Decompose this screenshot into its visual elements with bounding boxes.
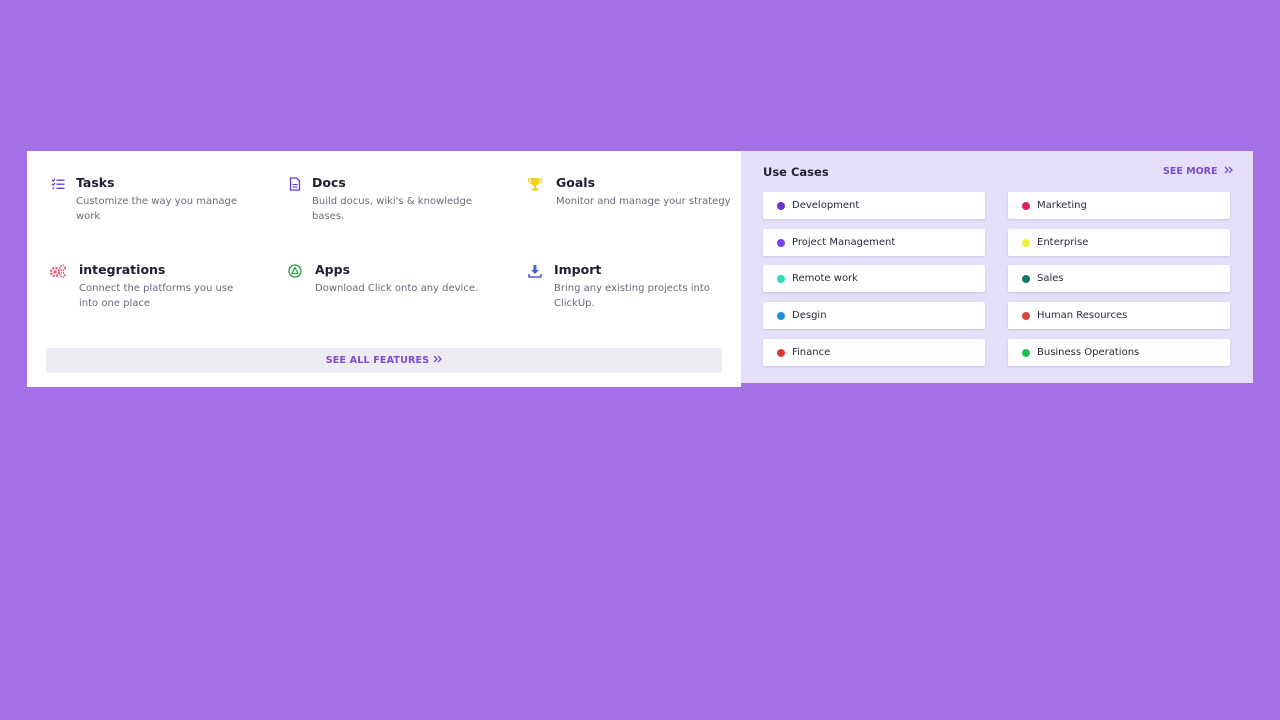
double-chevron-right-icon [1224, 166, 1233, 177]
use-case-label: Project Management [792, 237, 896, 248]
feature-description: Build docus, wiki's & knowledge bases. [312, 196, 472, 222]
feature-description: Monitor and manage your strategy [556, 196, 731, 207]
checklist-icon [49, 175, 67, 193]
use-case-remote-work[interactable]: Remote work [763, 265, 985, 292]
feature-title: Goals [556, 175, 596, 190]
use-case-label: Sales [1037, 273, 1064, 284]
color-dot [1022, 348, 1030, 357]
use-case-sales[interactable]: Sales [1008, 265, 1230, 292]
apps-icon [286, 262, 304, 280]
use-case-project-management[interactable]: Project Management [763, 229, 985, 256]
use-case-label: Enterprise [1037, 237, 1089, 248]
download-icon [526, 262, 544, 280]
color-dot [777, 311, 785, 320]
feature-title: Docs [312, 175, 346, 190]
see-all-features-button[interactable]: SEE ALL FEATURES [46, 348, 722, 373]
use-case-business-operations[interactable]: Business Operations [1008, 339, 1230, 366]
feature-description: Connect the platforms you use into one p… [79, 283, 234, 309]
feature-description: Customize the way you manage work [76, 196, 238, 222]
use-case-development[interactable]: Development [763, 192, 985, 219]
use-case-label: Remote work [792, 273, 858, 284]
use-case-label: Human Resources [1037, 310, 1128, 321]
color-dot [777, 274, 785, 283]
color-dot [1022, 311, 1030, 320]
use-case-human-resources[interactable]: Human Resources [1008, 302, 1230, 329]
see-more-label: SEE MORE [1163, 166, 1218, 177]
color-dot [1022, 238, 1030, 247]
color-dot [1022, 201, 1030, 210]
color-dot [777, 201, 785, 210]
use-cases-heading: Use Cases [763, 165, 829, 179]
feature-title: Tasks [76, 175, 115, 190]
color-dot [777, 348, 785, 357]
trophy-icon [526, 175, 544, 193]
color-dot [1022, 274, 1030, 283]
feature-title: Apps [315, 262, 351, 277]
use-case-label: Development [792, 200, 860, 211]
feature-title: integrations [79, 262, 166, 277]
feature-description: Download Click onto any device. [315, 283, 479, 294]
use-case-enterprise[interactable]: Enterprise [1008, 229, 1230, 256]
color-dot [777, 238, 785, 247]
use-cases-section: Use Cases SEE MORE Development Marketing… [741, 151, 1253, 383]
document-icon [286, 175, 304, 193]
use-case-finance[interactable]: Finance [763, 339, 985, 366]
feature-title: Import [554, 262, 602, 277]
see-more-link[interactable]: SEE MORE [1163, 166, 1233, 177]
see-all-features-label: SEE ALL FEATURES [325, 355, 430, 366]
gears-icon [49, 262, 67, 280]
use-case-design[interactable]: Desgin [763, 302, 985, 329]
feature-description: Bring any existing projects into ClickUp… [554, 283, 710, 309]
use-case-label: Desgin [792, 310, 827, 321]
features-dropdown-panel: Tasks Customize the way you manage work … [27, 151, 1253, 387]
use-case-label: Finance [792, 347, 831, 358]
use-case-label: Business Operations [1037, 347, 1140, 358]
double-chevron-right-icon [433, 355, 443, 366]
use-case-marketing[interactable]: Marketing [1008, 192, 1230, 219]
use-case-label: Marketing [1037, 200, 1087, 211]
features-section: Tasks Customize the way you manage work … [27, 151, 741, 387]
